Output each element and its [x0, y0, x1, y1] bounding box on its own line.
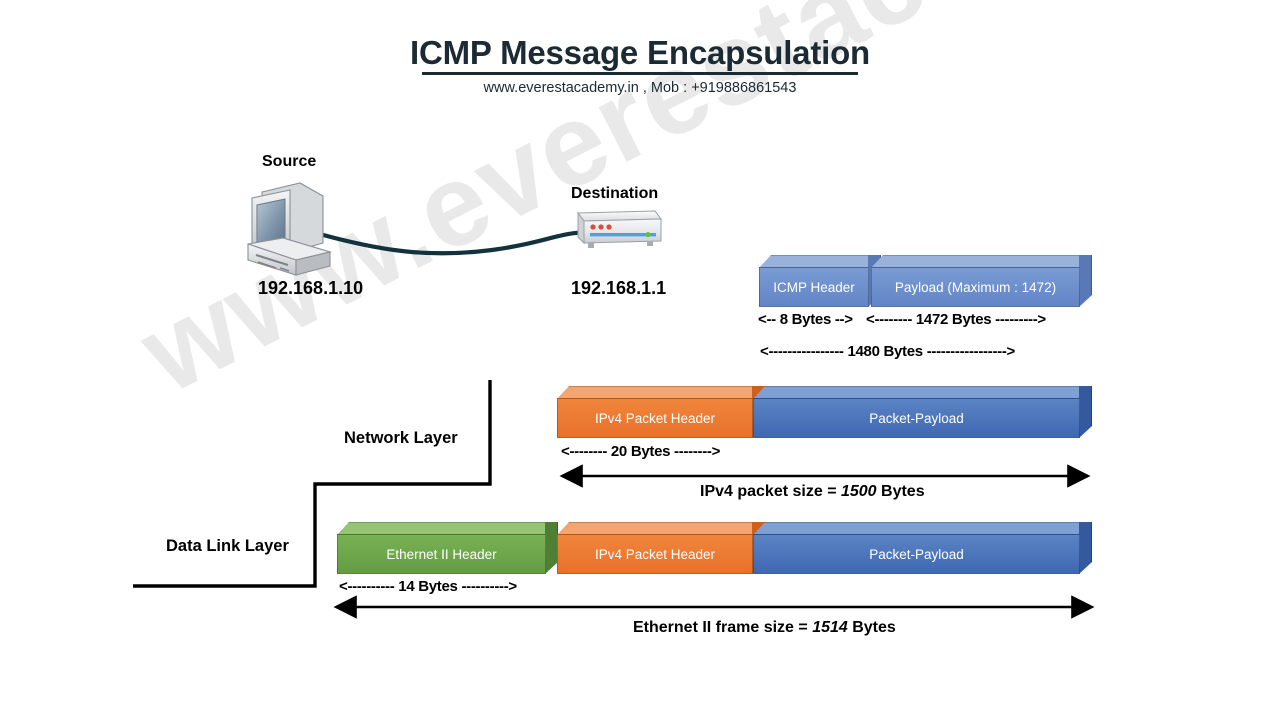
annotation-overlay — [133, 380, 1095, 619]
ipv4-payload-block: Packet-Payload — [753, 386, 1092, 438]
ipv4-packet-size-value: 1500 — [840, 483, 877, 500]
source-label: Source — [262, 153, 317, 170]
page-subtitle: www.everestacademy.in , Mob : +919886861… — [483, 80, 797, 96]
icmp-header-block: ICMP Header — [759, 255, 881, 307]
ethernet-payload-block: Packet-Payload — [753, 522, 1092, 574]
icmp-total-bytes-measure: <---------------- 1480 Bytes -----------… — [760, 343, 1015, 360]
network-link-curve — [299, 226, 603, 256]
ipv4-packet-size-prefix: IPv4 packet size = — [700, 483, 841, 500]
computer-icon — [247, 182, 333, 276]
ethernet-ipv4-header-label: IPv4 Packet Header — [557, 534, 753, 574]
ethernet-frame-size-value: 1514 — [812, 619, 848, 636]
destination-label: Destination — [571, 185, 659, 202]
ipv4-payload-label: Packet-Payload — [753, 398, 1080, 438]
ethernet-header-label: Ethernet II Header — [337, 534, 546, 574]
ipv4-packet-size-caption: IPv4 packet size = 1500 Bytes — [700, 483, 925, 501]
destination-ip-label: 192.168.1.1 — [571, 278, 667, 298]
icmp-header-bytes-measure: <-- 8 Bytes --> — [758, 311, 853, 328]
icmp-payload-block-side — [1079, 255, 1092, 307]
title-underline — [422, 72, 858, 75]
icmp-payload-label: Payload (Maximum : 1472) — [871, 267, 1080, 307]
ipv4-packet-size-suffix: Bytes — [876, 483, 925, 500]
ipv4-payload-block-side — [1079, 386, 1092, 438]
router-icon — [577, 210, 662, 248]
network-layer-label: Network Layer — [344, 429, 458, 447]
icmp-header-label: ICMP Header — [759, 267, 869, 307]
ethernet-frame-size-caption: Ethernet II frame size = 1514 Bytes — [633, 619, 896, 637]
ethernet-payload-label: Packet-Payload — [753, 534, 1080, 574]
topology-graphics — [247, 182, 662, 276]
source-ip-label: 192.168.1.10 — [258, 278, 364, 298]
data-link-layer-label: Data Link Layer — [166, 537, 289, 555]
ethernet-ipv4-header-block: IPv4 Packet Header — [557, 522, 765, 574]
icmp-payload-bytes-measure: <-------- 1472 Bytes ---------> — [866, 311, 1046, 328]
page-title: ICMP Message Encapsulation — [410, 34, 870, 71]
ipv4-header-block: IPv4 Packet Header — [557, 386, 765, 438]
ethernet-payload-block-side — [1079, 522, 1092, 574]
ethernet-frame-size-suffix: Bytes — [847, 619, 896, 636]
ethernet-header-bytes-measure: <---------- 14 Bytes ----------> — [339, 578, 517, 595]
ethernet-header-block: Ethernet II Header — [337, 522, 558, 574]
diagram-canvas: www.everestacademy.in ICMP Message Encap… — [0, 0, 1280, 720]
ipv4-header-label: IPv4 Packet Header — [557, 398, 753, 438]
ipv4-header-bytes-measure: <-------- 20 Bytes --------> — [561, 443, 721, 460]
icmp-payload-block: Payload (Maximum : 1472) — [871, 255, 1092, 307]
ethernet-frame-size-prefix: Ethernet II frame size = — [633, 619, 813, 636]
